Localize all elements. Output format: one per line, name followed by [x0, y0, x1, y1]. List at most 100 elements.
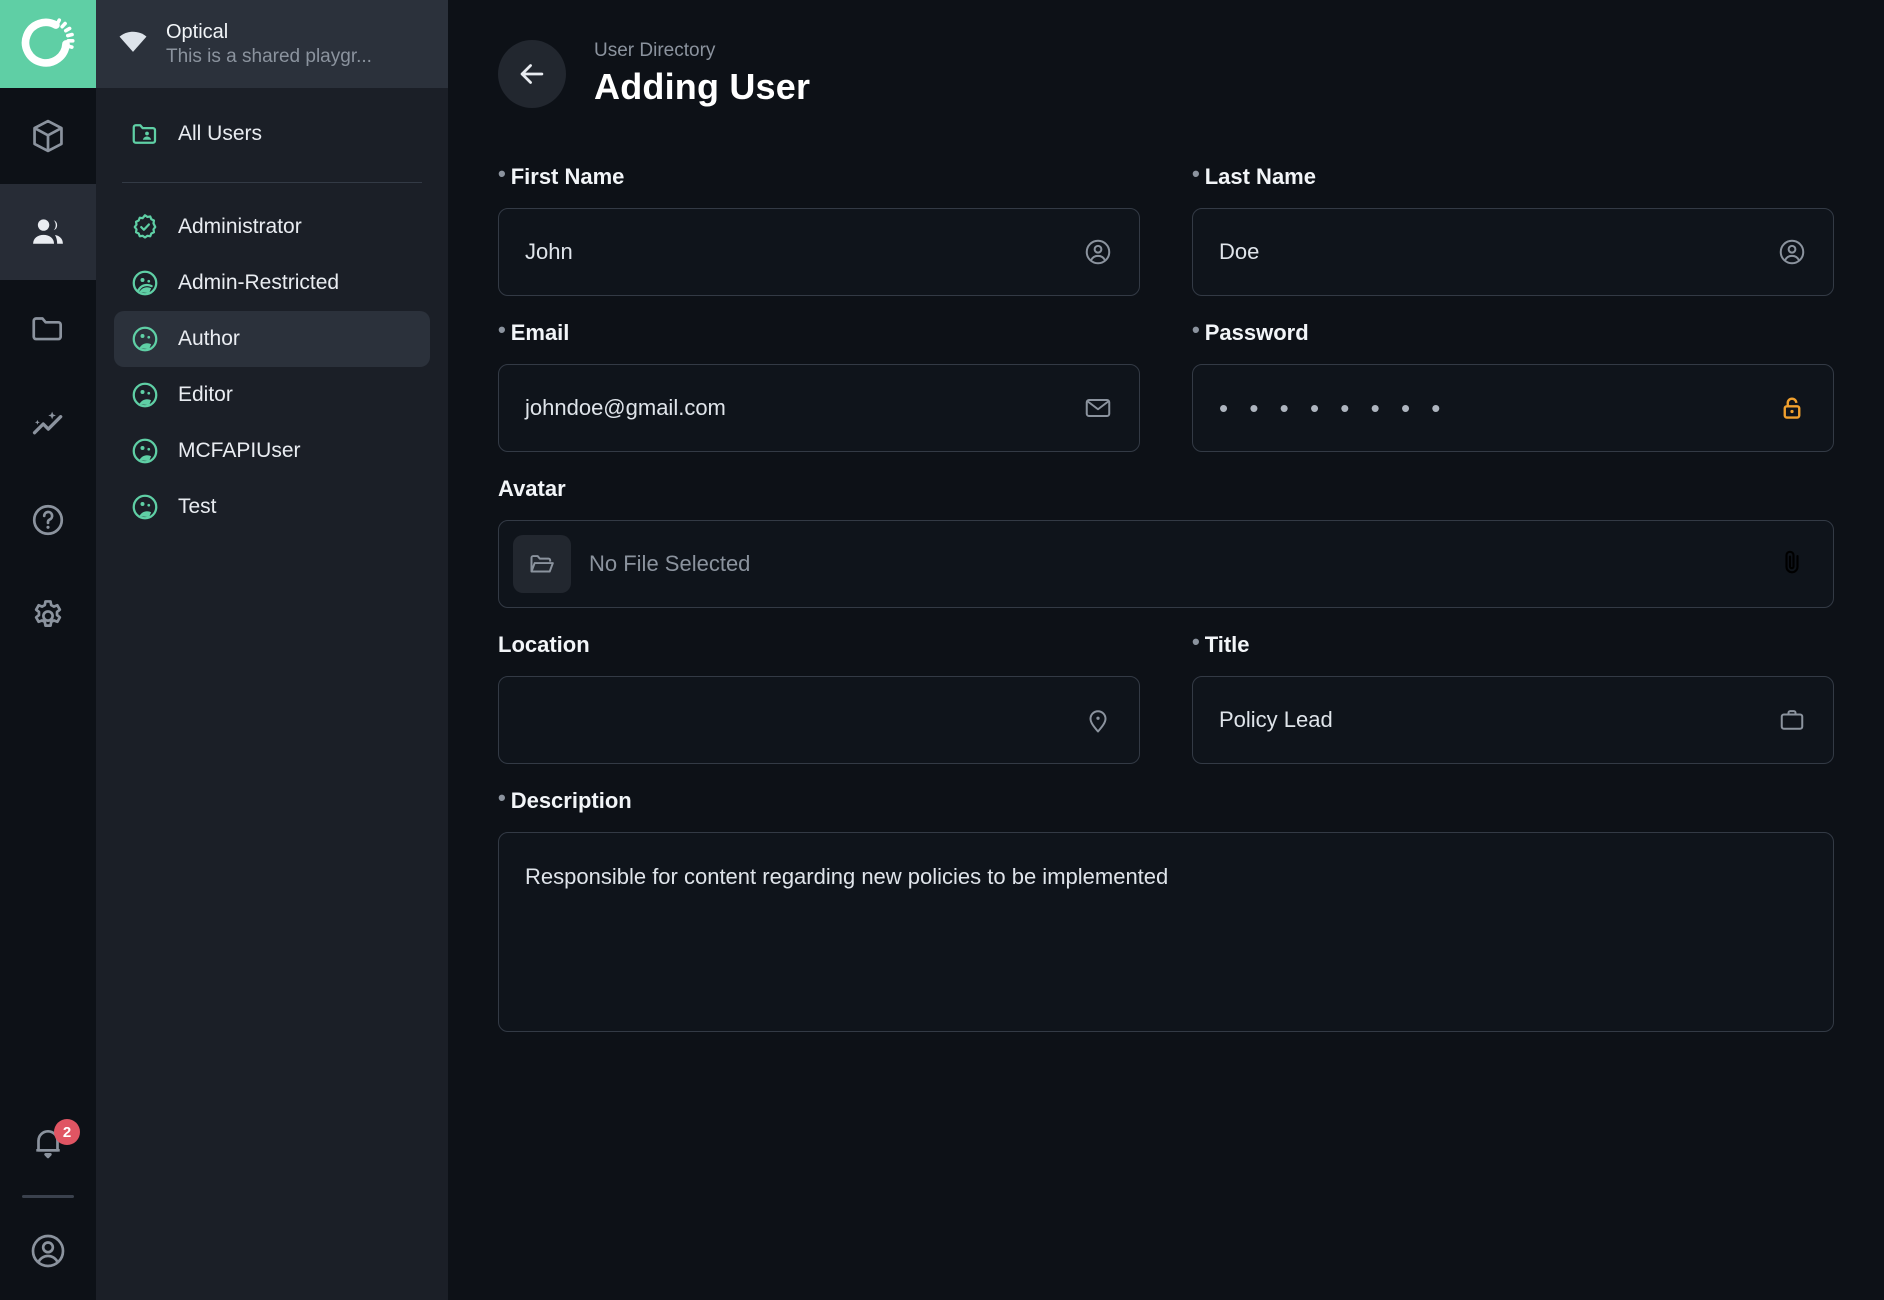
roles-list: All Users Administrator	[96, 88, 448, 535]
last-name-label: • Last Name	[1192, 164, 1834, 190]
sidebar-item-label: All Users	[178, 122, 262, 146]
sidebar-item-all-users[interactable]: All Users	[114, 106, 430, 162]
credentials-row: • Email johndoe@gmail.com •	[498, 320, 1834, 452]
paperclip-icon[interactable]	[1777, 547, 1807, 582]
role-avatar-icon	[130, 492, 160, 522]
password-input[interactable]: • • • • • • • •	[1192, 364, 1834, 452]
first-name-label: • First Name	[498, 164, 1140, 190]
password-label: • Password	[1192, 320, 1834, 346]
password-field: • Password • • • • • • • •	[1192, 320, 1834, 452]
sidebar-item-author[interactable]: Author	[114, 311, 430, 367]
project-header[interactable]: Optical This is a shared playgr...	[96, 0, 448, 88]
notification-badge: 2	[54, 1119, 80, 1145]
sidebar-item-help[interactable]	[0, 472, 96, 568]
label-text: Avatar	[498, 476, 566, 502]
sidebar-item-label: Admin-Restricted	[178, 271, 339, 295]
last-name-value: Doe	[1219, 239, 1777, 265]
optical-logo-icon[interactable]	[0, 0, 96, 88]
sidebar-item-users[interactable]	[0, 184, 96, 280]
title-value: Policy Lead	[1219, 707, 1777, 733]
account-avatar[interactable]	[0, 1216, 96, 1286]
required-dot: •	[1192, 164, 1200, 184]
sidebar-item-editor[interactable]: Editor	[114, 367, 430, 423]
sidebar-item-analytics[interactable]	[0, 376, 96, 472]
title-input[interactable]: Policy Lead	[1192, 676, 1834, 764]
label-text: Description	[511, 788, 632, 814]
project-texts: Optical This is a shared playgr...	[166, 20, 372, 69]
avatar-file-input[interactable]: No File Selected	[498, 520, 1834, 608]
user-circle-icon	[1777, 237, 1807, 267]
name-row: • First Name John	[498, 164, 1834, 296]
last-name-field: • Last Name Doe	[1192, 164, 1834, 296]
location-label: Location	[498, 632, 1140, 658]
wifi-icon	[116, 25, 150, 64]
email-input[interactable]: johndoe@gmail.com	[498, 364, 1140, 452]
user-circle-icon	[1083, 237, 1113, 267]
avatar-row: Avatar No File Selected	[498, 476, 1834, 608]
role-avatar-icon	[130, 436, 160, 466]
page-header-texts: User Directory Adding User	[594, 40, 810, 108]
required-dot: •	[498, 164, 506, 184]
unlock-icon[interactable]	[1777, 393, 1807, 423]
map-pin-icon	[1083, 705, 1113, 735]
first-name-value: John	[525, 239, 1083, 265]
briefcase-icon	[1777, 705, 1807, 735]
label-text: First Name	[511, 164, 625, 190]
email-value: johndoe@gmail.com	[525, 395, 1083, 421]
description-label: • Description	[498, 788, 1834, 814]
location-field: Location	[498, 632, 1140, 764]
rail-divider	[22, 1195, 74, 1198]
description-textarea[interactable]: Responsible for content regarding new po…	[498, 832, 1834, 1032]
verified-badge-icon	[130, 212, 160, 242]
project-description: This is a shared playgr...	[166, 45, 372, 69]
email-field: • Email johndoe@gmail.com	[498, 320, 1140, 452]
label-text: Email	[511, 320, 570, 346]
role-avatar-icon	[130, 268, 160, 298]
project-name: Optical	[166, 20, 372, 45]
sidebar-item-test[interactable]: Test	[114, 479, 430, 535]
roles-sidebar: Optical This is a shared playgr... All U…	[96, 0, 448, 1300]
sidebar-item-settings[interactable]	[0, 568, 96, 664]
sidebar-item-label: Editor	[178, 383, 233, 407]
main-content: User Directory Adding User • First Name …	[448, 0, 1884, 1300]
sidebar-item-admin-restricted[interactable]: Admin-Restricted	[114, 255, 430, 311]
back-button[interactable]	[498, 40, 566, 108]
notifications-button[interactable]: 2	[0, 1097, 96, 1189]
sidebar-item-content[interactable]	[0, 88, 96, 184]
last-name-input[interactable]: Doe	[1192, 208, 1834, 296]
label-text: Title	[1205, 632, 1250, 658]
avatar-field: Avatar No File Selected	[498, 476, 1834, 608]
sidebar-item-administrator[interactable]: Administrator	[114, 199, 430, 255]
location-title-row: Location •	[498, 632, 1834, 764]
location-input[interactable]	[498, 676, 1140, 764]
description-value: Responsible for content regarding new po…	[525, 861, 1807, 893]
required-dot: •	[498, 320, 506, 340]
avatar-placeholder: No File Selected	[589, 551, 1759, 577]
label-text: Location	[498, 632, 590, 658]
page-header: User Directory Adding User	[448, 40, 1884, 108]
label-text: Last Name	[1205, 164, 1316, 190]
description-field: • Description Responsible for content re…	[498, 788, 1834, 1032]
rail-bottom-group: 2	[0, 1097, 96, 1300]
page-title: Adding User	[594, 66, 810, 108]
open-folder-icon[interactable]	[513, 535, 571, 593]
add-user-form: • First Name John	[448, 108, 1884, 1032]
sidebar-item-mcfapiuser[interactable]: MCFAPIUser	[114, 423, 430, 479]
folder-user-icon	[130, 119, 160, 149]
breadcrumb: User Directory	[594, 40, 810, 62]
title-label: • Title	[1192, 632, 1834, 658]
sidebar-divider	[122, 182, 422, 183]
required-dot: •	[498, 788, 506, 808]
sidebar-item-label: Test	[178, 495, 217, 519]
first-name-input[interactable]: John	[498, 208, 1140, 296]
password-value: • • • • • • • •	[1219, 393, 1777, 424]
app-root: 2 Optical This is a shared playgr...	[0, 0, 1884, 1300]
avatar-label: Avatar	[498, 476, 1834, 502]
role-avatar-icon	[130, 324, 160, 354]
sidebar-item-label: MCFAPIUser	[178, 439, 301, 463]
sidebar-item-assets[interactable]	[0, 280, 96, 376]
description-row: • Description Responsible for content re…	[498, 788, 1834, 1032]
role-avatar-icon	[130, 380, 160, 410]
sidebar-item-label: Author	[178, 327, 240, 351]
rail-nav-items	[0, 88, 96, 664]
